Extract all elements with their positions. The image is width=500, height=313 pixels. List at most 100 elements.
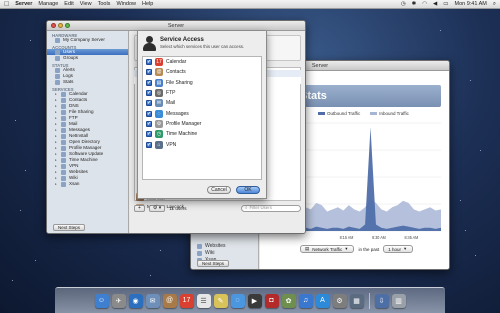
itunes-icon[interactable]: ♫ [298,293,313,308]
disclosure-triangle-icon[interactable]: ▸ [55,181,58,187]
service-checkbox[interactable]: ✓ [146,120,152,127]
window-title: Server [167,22,185,29]
dock: ☺ ✈ ◉ ✉ @17 ☰ ✎ ◌ ▶ ◘ ✿ ♫ A ⚙ ▦ ⇩ ▥ [55,287,445,313]
star [470,80,471,81]
server-icon[interactable]: ▦ [349,293,364,308]
service-row-contacts: ✓ @ Contacts [143,67,261,77]
apple-menu-icon[interactable]:  [4,0,9,9]
service-checkbox[interactable]: ✓ [146,79,152,86]
ok-button[interactable]: OK [236,186,260,194]
service-checkbox[interactable]: ✓ [146,141,152,148]
contacts-icon[interactable]: @ [162,293,177,308]
sidebar-item-wiki[interactable]: Wiki [197,250,225,257]
bluetooth-icon[interactable]: ✱ [412,1,417,7]
wifi-icon[interactable]: ◠ [422,1,427,7]
service-checkbox[interactable]: ✓ [146,90,152,97]
service-label: Profile Manager [166,120,202,127]
service-label: VPN [166,141,177,148]
services-list: ✓ 17 Calendar ✓ @ Contacts ✓ ▤ File Sharing ✓ ◎ FTP… [142,56,262,180]
battery-icon[interactable]: ▭ [443,1,448,7]
mail-icon[interactable]: ✉ [145,293,160,308]
star [12,280,13,281]
sidebar-item-label: My Company Server [63,37,105,42]
next-steps-button[interactable]: Next Steps [197,260,229,267]
add-user-button[interactable]: + [134,204,145,212]
sidebar-item-icon [61,145,66,151]
chart-legend: Outbound Traffic Inbound Traffic [318,111,409,116]
range-popup[interactable]: 1 hour ▾ [383,245,414,253]
service-checkbox[interactable]: ✓ [146,69,152,76]
menu-window[interactable]: Window [116,1,136,7]
photo-booth-icon[interactable]: ◘ [264,293,279,308]
menu-view[interactable]: View [80,1,92,7]
sidebar-item-icon [55,73,60,79]
service-checkbox[interactable]: ✓ [146,131,152,138]
time-machine-icon[interactable]: ◷ [401,1,406,7]
next-steps-button[interactable]: Next Steps [53,224,85,231]
sidebar-item-label: Xsan [69,181,80,186]
safari-icon[interactable]: ◉ [128,293,143,308]
legend-outbound: Outbound Traffic [318,111,360,116]
sidebar-item-icon [61,109,66,115]
in-the-past-label: in the past [358,246,380,252]
mail-icon: ✉ [155,99,163,108]
gear-menu-button[interactable]: ⚙ ▾ [148,204,166,212]
sidebar-item-icon [61,97,66,103]
menu-help[interactable]: Help [142,1,153,7]
reminders-icon[interactable]: ☰ [196,293,211,308]
chart-controls: ▤ Network Traffic ▾ in the past 1 hour ▾ [300,244,441,254]
menu-edit[interactable]: Edit [64,1,73,7]
minimize-button[interactable] [58,23,63,28]
service-checkbox[interactable]: ✓ [146,110,152,117]
service-checkbox[interactable]: ✓ [146,100,152,107]
star [460,200,461,201]
dock-separator [368,292,370,309]
spotlight-icon[interactable]: ⌕ [493,1,496,8]
service-label: Contacts [166,69,186,76]
service-label: File Sharing [166,79,193,86]
downloads-icon[interactable]: ⇩ [374,293,389,308]
sidebar-item-icon [61,151,66,157]
menu-app-name[interactable]: Server [15,1,32,7]
x-tick-label: 8:30 AM [372,235,386,240]
sidebar-item-icon [61,175,66,181]
close-button[interactable] [51,23,56,28]
sidebar-item-label: Wiki [205,250,215,256]
messages-icon[interactable]: ◌ [230,293,245,308]
sheet-title: Service Access [160,37,204,43]
menu-tools[interactable]: Tools [98,1,111,7]
title-bar[interactable]: Server [47,21,305,31]
filter-users-input[interactable]: ⌕ Filter Users [241,204,301,212]
profile-manager-icon: ⚙ [155,119,163,128]
launchpad-icon[interactable]: ✈ [111,293,126,308]
service-row-mail: ✓ ✉ Mail [143,98,261,108]
iphoto-icon[interactable]: ✿ [281,293,296,308]
metric-popup[interactable]: ▤ Network Traffic ▾ [300,245,355,253]
clock[interactable]: Mon 9:41 AM [454,1,486,7]
zoom-button[interactable] [65,23,70,28]
service-checkbox[interactable]: ✓ [146,59,152,66]
sidebar-item-websites[interactable]: Websites [197,243,225,250]
chevron-down-icon: ▾ [404,246,407,251]
search-icon: ⌕ [245,205,248,211]
finder-icon[interactable]: ☺ [94,293,109,308]
sidebar-item-icon [61,121,66,127]
sidebar-item-icon [61,163,66,169]
service-label: Time Machine [166,131,198,138]
file-sharing-icon: ▤ [155,78,163,87]
volume-icon[interactable]: ◀ [433,1,437,7]
sidebar-item-icon [61,169,66,175]
notes-icon[interactable]: ✎ [213,293,228,308]
system-preferences-icon[interactable]: ⚙ [332,293,347,308]
calendar-icon[interactable]: 17 [179,293,194,308]
star [160,250,161,251]
sidebar-item-xsan[interactable]: ▸ Xsan [47,181,128,187]
trash-icon[interactable]: ▥ [391,293,406,308]
sidebar-item-icon [61,157,66,163]
sidebar: HARDWARE My Company Server ACCOUNTS Users Gr… [47,31,129,233]
app-store-icon[interactable]: A [315,293,330,308]
star [440,30,441,31]
facetime-icon[interactable]: ▶ [247,293,262,308]
cancel-button[interactable]: Cancel [207,186,231,194]
menu-manage[interactable]: Manage [38,1,58,7]
